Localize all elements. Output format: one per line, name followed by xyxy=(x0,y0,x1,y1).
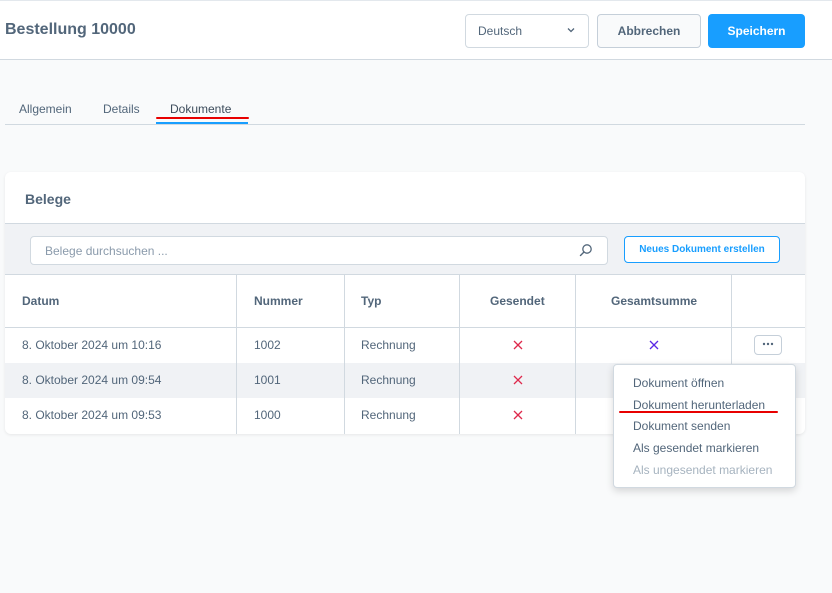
x-icon xyxy=(513,410,523,420)
card-toolbar: Belege durchsuchen ... Neues Dokument er… xyxy=(5,223,805,275)
x-icon xyxy=(513,375,523,385)
column-header-gesendet[interactable]: Gesendet xyxy=(490,275,545,328)
context-menu-button[interactable] xyxy=(754,335,782,355)
cell-nummer: 1000 xyxy=(254,408,281,422)
cell-datum: 8. Oktober 2024 um 09:53 xyxy=(22,408,162,422)
x-icon xyxy=(649,340,659,350)
column-divider xyxy=(344,275,345,434)
cell-datum: 8. Oktober 2024 um 09:54 xyxy=(22,373,162,387)
cell-typ: Rechnung xyxy=(361,408,416,422)
chevron-down-icon xyxy=(567,28,575,33)
language-select-value: Deutsch xyxy=(478,24,523,38)
annotation-underline xyxy=(156,117,249,119)
menu-item-mark-sent[interactable]: Als gesendet markieren xyxy=(633,441,759,455)
active-tab-indicator xyxy=(156,122,248,124)
save-button[interactable]: Speichern xyxy=(708,14,805,48)
table-header: Datum Nummer Typ Gesendet Gesamtsumme xyxy=(5,275,805,328)
search-icon xyxy=(579,244,592,257)
menu-item-download-document[interactable]: Dokument herunterladen xyxy=(633,398,765,412)
menu-item-send-document[interactable]: Dokument senden xyxy=(633,419,730,433)
page-title: Bestellung 10000 xyxy=(5,21,136,38)
column-divider xyxy=(236,275,237,434)
column-header-gesamtsumme[interactable]: Gesamtsumme xyxy=(611,275,697,328)
menu-item-open-document[interactable]: Dokument öffnen xyxy=(633,376,724,390)
more-icon xyxy=(762,342,774,346)
cancel-button[interactable]: Abbrechen xyxy=(597,14,701,48)
annotation-underline xyxy=(619,411,778,413)
column-header-datum[interactable]: Datum xyxy=(22,275,59,328)
tab-details[interactable]: Details xyxy=(103,102,140,116)
column-header-nummer[interactable]: Nummer xyxy=(254,275,303,328)
cell-typ: Rechnung xyxy=(361,373,416,387)
card-title: Belege xyxy=(25,191,71,207)
tab-allgemein[interactable]: Allgemein xyxy=(19,102,72,116)
column-header-typ[interactable]: Typ xyxy=(361,275,381,328)
new-document-button[interactable]: Neues Dokument erstellen xyxy=(624,236,780,263)
context-menu: Dokument öffnen Dokument herunterladen D… xyxy=(613,364,796,488)
language-select[interactable]: Deutsch xyxy=(465,14,589,48)
search-input[interactable]: Belege durchsuchen ... xyxy=(30,236,608,265)
x-icon xyxy=(513,340,523,350)
search-placeholder: Belege durchsuchen ... xyxy=(45,244,168,258)
cell-nummer: 1002 xyxy=(254,338,281,352)
table-row[interactable]: 8. Oktober 2024 um 10:16 1002 Rechnung xyxy=(5,328,805,363)
menu-item-mark-unsent: Als ungesendet markieren xyxy=(633,463,773,477)
cell-nummer: 1001 xyxy=(254,373,281,387)
cell-typ: Rechnung xyxy=(361,338,416,352)
tab-dokumente[interactable]: Dokumente xyxy=(170,102,231,116)
cell-datum: 8. Oktober 2024 um 10:16 xyxy=(22,338,162,352)
column-divider xyxy=(575,275,576,434)
top-bar: Bestellung 10000 Deutsch Abbrechen Speic… xyxy=(0,0,832,60)
tab-bar: Allgemein Details Dokumente xyxy=(5,100,805,125)
column-divider xyxy=(459,275,460,434)
